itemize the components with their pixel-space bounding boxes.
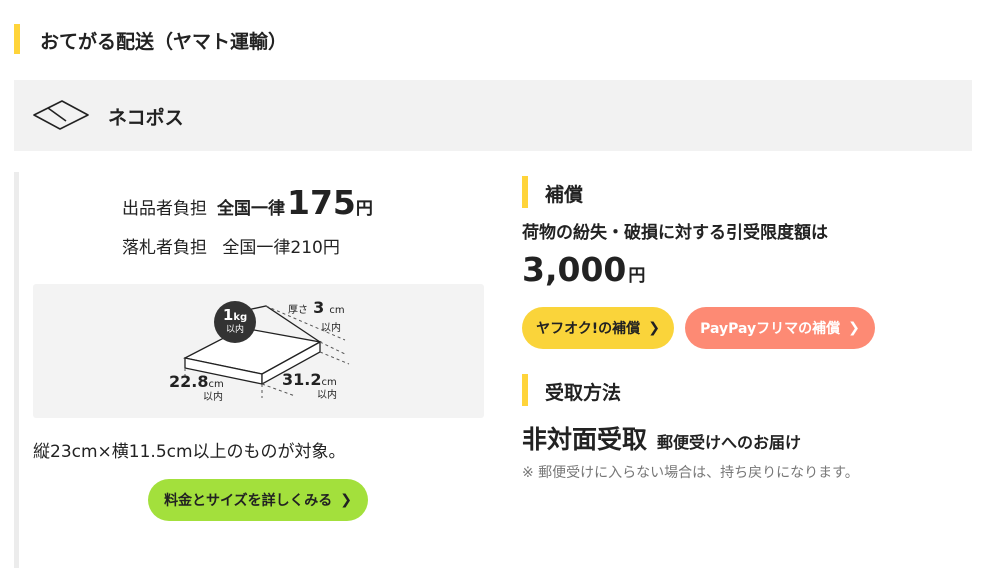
compensation-unit: 円 xyxy=(628,266,646,286)
size-note: 縦23cm×横11.5cm以上のものが対象。 xyxy=(33,442,346,462)
length-value: 31.2 xyxy=(282,370,322,389)
seller-pays-prefix: 全国一律 xyxy=(217,199,285,219)
weight-limit-badge: 1kg 以内 xyxy=(214,308,256,336)
thickness-unit: cm xyxy=(329,305,345,316)
section-title: おてがる配送（ヤマト運輸） xyxy=(40,31,288,53)
left-column-divider xyxy=(14,172,19,568)
compensation-desc: 荷物の紛失・破損に対する引受限度額は xyxy=(522,223,828,243)
compensation-amount-row: 3,000 円 xyxy=(522,250,645,289)
thickness-value: 3 xyxy=(313,298,325,317)
receipt-method-row: 非対面受取 郵便受けへのお届け xyxy=(522,420,801,456)
chevron-right-icon: ❯ xyxy=(340,492,352,508)
shipping-method-name: ネコポス xyxy=(108,107,184,129)
receipt-note: ※ 郵便受けに入らない場合は、持ち戻りになります。 xyxy=(522,465,859,481)
section-title-accent-bar xyxy=(14,24,20,54)
buyer-pays-label: 落札者負担 xyxy=(122,238,207,258)
size-details-button[interactable]: 料金とサイズを詳しくみる ❯ xyxy=(148,479,368,521)
compensation-title: 補償 xyxy=(545,184,584,206)
thickness-text: 厚さ xyxy=(288,305,308,316)
seller-pays-label: 出品者負担 xyxy=(122,199,207,219)
weight-unit: kg xyxy=(233,312,248,323)
chevron-right-icon: ❯ xyxy=(848,320,860,336)
width-sub: 以内 xyxy=(203,392,223,403)
paypay-compensation-button[interactable]: PayPayフリマの補償 ❯ xyxy=(685,307,875,349)
length-sub: 以内 xyxy=(317,390,337,401)
thickness-label: 厚さ 3 cm xyxy=(288,298,345,317)
envelope-icon xyxy=(32,98,90,132)
size-details-label: 料金とサイズを詳しくみる xyxy=(164,493,333,509)
seller-pays-unit: 円 xyxy=(355,199,373,219)
seller-pays-amount: 175 xyxy=(287,183,356,222)
buyer-pays-row: 落札者負担 全国一律210円 xyxy=(122,233,340,258)
weight-sub: 以内 xyxy=(225,325,244,335)
receipt-method-sub: 郵便受けへのお届け xyxy=(657,433,802,452)
receipt-accent-bar xyxy=(522,374,528,406)
compensation-amount: 3,000 xyxy=(522,250,627,289)
package-dimension-diagram xyxy=(183,301,350,398)
compensation-accent-bar xyxy=(522,176,528,208)
weight-value: 1 xyxy=(222,306,234,324)
thickness-sub: 以内 xyxy=(321,323,341,334)
seller-pays-row: 出品者負担 全国一律 175 円 xyxy=(122,183,373,227)
size-illustration: 1kg 以内 厚さ 3 cm 以内 22.8cm 以内 31.2cm 以内 xyxy=(33,284,484,418)
yafuoku-compensation-button[interactable]: ヤフオク!の補償 ❯ xyxy=(522,307,674,349)
receipt-title: 受取方法 xyxy=(545,382,622,404)
paypay-compensation-label: PayPayフリマの補償 xyxy=(700,321,841,337)
buyer-pays-text: 全国一律210円 xyxy=(222,238,340,258)
yafuoku-compensation-label: ヤフオク!の補償 xyxy=(536,321,641,337)
receipt-method: 非対面受取 xyxy=(522,425,648,454)
chevron-right-icon: ❯ xyxy=(648,320,660,336)
